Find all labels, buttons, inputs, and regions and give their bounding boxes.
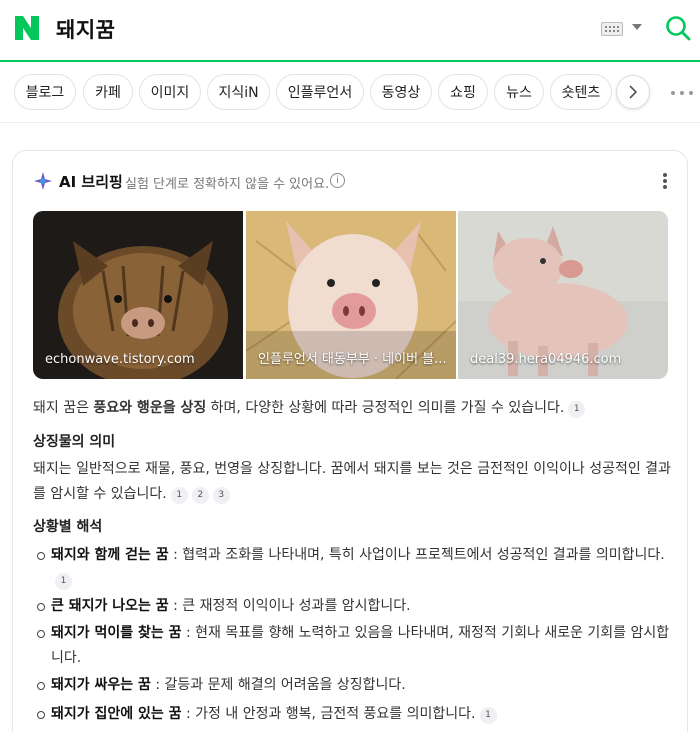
search-header: 돼지꿈 (0, 0, 700, 62)
tab-video[interactable]: 동영상 (370, 74, 432, 110)
search-icon[interactable] (664, 14, 692, 42)
image-thumbnail-3[interactable]: deal39.hera04946.com (458, 211, 668, 379)
reference-badge[interactable]: 1 (568, 401, 586, 418)
list-item: 돼지와 함께 걷는 꿈 : 협력과 조화를 나타내며, 특히 사업이나 프로젝트… (33, 543, 673, 593)
keyboard-icon[interactable] (601, 22, 623, 36)
tab-shopping[interactable]: 쇼핑 (438, 74, 488, 110)
image-thumbnail-1[interactable]: echonwave.tistory.com (33, 211, 243, 379)
tab-kin[interactable]: 지식iN (207, 74, 270, 110)
naver-logo[interactable] (14, 15, 40, 41)
search-tabs: 블로그 카페 이미지 지식iN 인플루언서 동영상 쇼핑 뉴스 숏텐츠 (0, 63, 700, 123)
summary-highlight: 풍요와 행운을 상징 (93, 400, 207, 416)
summary-text: 하며, 다양한 상황에 따라 긍정적인 의미를 가질 수 있습니다. (206, 400, 565, 416)
item-desc: : 가정 내 안정과 행복, 금전적 풍요를 의미합니다. (181, 706, 476, 722)
ai-disclaimer: 실험 단계로 정확하지 않을 수 있어요. (125, 177, 330, 192)
ai-summary: 돼지 꿈은 풍요와 행운을 상징 하며, 다양한 상황에 따라 긍정적인 의미를… (33, 396, 673, 421)
chevron-right-icon (629, 85, 638, 99)
item-desc: : 협력과 조화를 나타내며, 특히 사업이나 프로젝트에서 성공적인 결과를 … (168, 547, 665, 563)
reference-badge[interactable]: 3 (212, 487, 230, 504)
tab-blog[interactable]: 블로그 (14, 74, 76, 110)
search-query[interactable]: 돼지꿈 (56, 14, 115, 44)
item-term: 큰 돼지가 나오는 꿈 (51, 598, 169, 614)
section-body: 돼지는 일반적으로 재물, 풍요, 번영을 상징합니다. 꿈에서 돼지를 보는 … (33, 461, 671, 502)
tab-influencer[interactable]: 인플루언서 (276, 74, 364, 110)
info-icon[interactable]: i (330, 173, 345, 188)
tab-images[interactable]: 이미지 (139, 74, 201, 110)
tab-news[interactable]: 뉴스 (494, 74, 544, 110)
ai-briefing-title: AI 브리핑 (59, 173, 123, 191)
image-source: deal39.hera04946.com (470, 352, 622, 367)
tab-shorttents[interactable]: 숏텐츠 (550, 74, 612, 110)
tab-cafe[interactable]: 카페 (83, 74, 133, 110)
list-item: 돼지가 싸우는 꿈 : 갈등과 문제 해결의 어려움을 상징합니다. (33, 673, 673, 698)
section-text: 돼지는 일반적으로 재물, 풍요, 번영을 상징합니다. 꿈에서 돼지를 보는 … (33, 457, 673, 507)
item-term: 돼지가 집안에 있는 꿈 (51, 706, 182, 722)
more-icon[interactable] (671, 91, 695, 97)
list-item: 돼지가 먹이를 찾는 꿈 : 현재 목표를 향해 노력하고 있음을 나타내며, … (33, 621, 673, 671)
item-desc: : 갈등과 문제 해결의 어려움을 상징합니다. (150, 677, 406, 693)
image-thumbnail-2[interactable]: 인플루언서 태동부부 · 네이버 블... (246, 211, 456, 379)
tabs-next-button[interactable] (616, 75, 650, 109)
list-item: 큰 돼지가 나오는 꿈 : 큰 재정적 이익이나 성과를 암시합니다. (33, 594, 673, 619)
reference-badge[interactable]: 2 (191, 487, 209, 504)
item-term: 돼지가 먹이를 찾는 꿈 (51, 625, 182, 641)
section-title: 상황별 해석 (33, 519, 103, 535)
list-item: 돼지가 집안에 있는 꿈 : 가정 내 안정과 행복, 금전적 풍요를 의미합니… (33, 702, 673, 727)
chevron-down-icon[interactable] (632, 24, 642, 30)
ai-sparkle-icon (34, 172, 52, 190)
image-source: 인플루언서 태동부부 · 네이버 블... (258, 352, 447, 367)
more-vertical-icon[interactable] (663, 173, 667, 189)
image-source: echonwave.tistory.com (45, 352, 195, 367)
item-term: 돼지가 싸우는 꿈 (51, 677, 151, 693)
section-title: 상징물의 의미 (33, 434, 116, 450)
item-term: 돼지와 함께 걷는 꿈 (51, 547, 169, 563)
item-desc: : 큰 재정적 이익이나 성과를 암시합니다. (168, 598, 411, 614)
ai-briefing-card: AI 브리핑 실험 단계로 정확하지 않을 수 있어요. i echonwave… (12, 150, 688, 732)
reference-badge[interactable]: 1 (479, 707, 497, 724)
summary-text: 돼지 꿈은 (33, 400, 94, 416)
reference-badge[interactable]: 1 (55, 573, 72, 590)
reference-badge[interactable]: 1 (170, 487, 188, 504)
